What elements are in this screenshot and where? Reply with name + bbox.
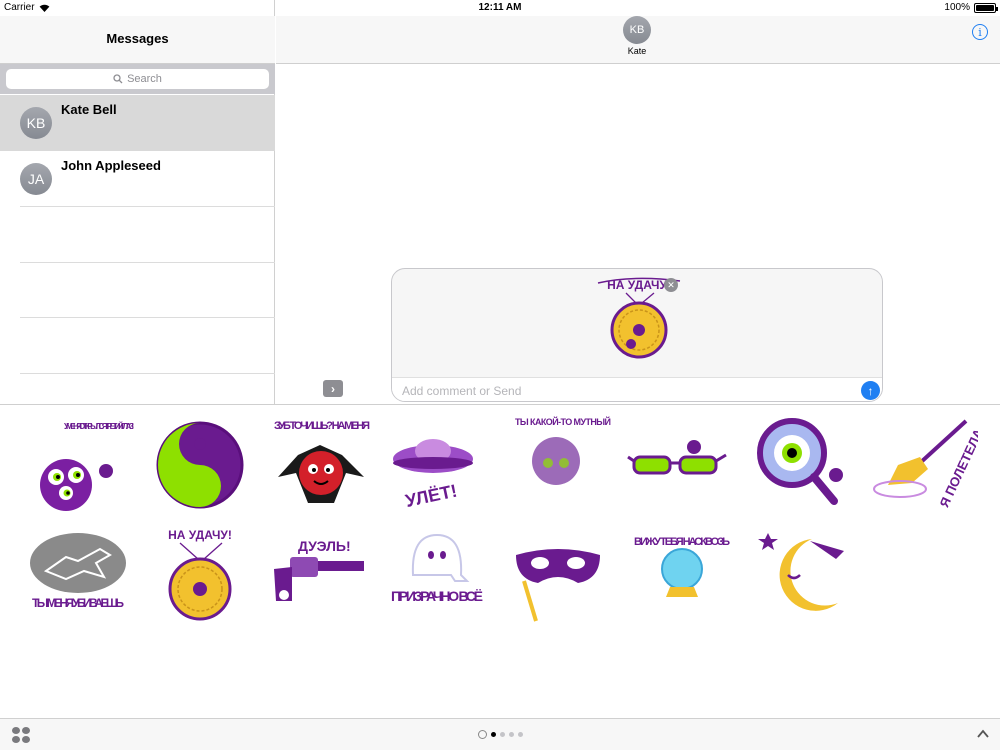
app-grid-icon[interactable] (12, 727, 30, 743)
sticker-caption: Я ПОЛЕТЕЛА (936, 426, 978, 510)
sticker-ufo[interactable]: УЛЁТ! (385, 415, 495, 515)
sticker-chalk-outline[interactable]: ТЫ МЕНЯ УБИВАЕШЬ (26, 527, 136, 627)
sticker-ghost[interactable]: ПРИЗРАЧНО ВСЁ (385, 525, 495, 625)
sticker-vampire[interactable]: ЗУБ ТОЧИШЬ? НА МЕНЯ (268, 415, 378, 515)
expand-apps-button[interactable]: › (323, 380, 343, 397)
sticker-revolver[interactable]: ДУЭЛЬ! (268, 525, 378, 625)
sticker-magnifier[interactable] (750, 413, 860, 513)
search-input[interactable]: Search (6, 69, 269, 89)
page-indicator[interactable] (478, 730, 523, 739)
compose-field[interactable]: Add comment or Send ↑ (392, 377, 882, 401)
compose-placeholder: Add comment or Send (402, 384, 522, 398)
sticker-caption: ДУЭЛЬ! (298, 538, 351, 554)
sticker-caption: ЗУБ ТОЧИШЬ? НА МЕНЯ (274, 420, 370, 432)
sticker-blurry[interactable]: ТЫ КАКОЙ-ТО МУТНЫЙ (508, 413, 618, 513)
remove-sticker-button[interactable]: ✕ (664, 278, 678, 292)
search-icon (113, 74, 123, 84)
sticker-moon[interactable] (752, 525, 862, 625)
page-dot[interactable] (491, 732, 496, 737)
recents-icon[interactable] (478, 730, 487, 739)
sticker-amulet[interactable]: НА УДАЧУ! (150, 525, 260, 625)
sticker-mask[interactable] (508, 525, 618, 625)
sticker-yin-yang[interactable] (150, 415, 260, 515)
row-divider (20, 206, 275, 207)
sticker-caption: ВИЖУ ТЕБЯ НАСКВОЗЬ (634, 536, 730, 548)
sticker-glasses[interactable] (626, 415, 736, 515)
sidebar-header: Messages (0, 16, 275, 64)
contact-avatar[interactable]: KB (623, 16, 651, 44)
conversation-name: John Appleseed (61, 158, 161, 173)
sticker-broom[interactable]: Я ПОЛЕТЕЛА (868, 413, 978, 513)
conversation-item-john-appleseed[interactable]: JA John Appleseed (0, 151, 275, 207)
page-dot[interactable] (518, 732, 523, 737)
sticker-caption: НА УДАЧУ! (168, 528, 232, 542)
row-divider (20, 262, 275, 263)
chat-header: KB Kate i (276, 16, 1000, 64)
app-drawer-bar (0, 718, 1000, 750)
row-divider (20, 373, 275, 374)
compose-box: НА УДАЧУ! ✕ Add comment or Send ↑ (391, 268, 883, 402)
sticker-caption: ПРИЗРАЧНО ВСЁ (391, 588, 483, 604)
conversation-name: Kate Bell (61, 102, 117, 117)
send-button[interactable]: ↑ (861, 381, 880, 400)
sticker-caption: ТЫ МЕНЯ УБИВАЕШЬ (32, 596, 124, 610)
page-dot[interactable] (500, 732, 505, 737)
page-dot[interactable] (509, 732, 514, 737)
sidebar-title: Messages (106, 31, 169, 46)
avatar: JA (20, 163, 52, 195)
staged-caption: НА УДАЧУ! (607, 278, 671, 292)
battery-icon (974, 2, 998, 13)
conversation-sidebar: Messages Search KB Kate Bell JA John App… (0, 0, 275, 404)
row-divider (20, 317, 275, 318)
chevron-up-icon[interactable] (976, 727, 990, 741)
sticker-drawer: У МЕНЯ ОТКРЫЛСЯ ТРЕТИЙ ГЛАЗ! ЗУБ ТОЧИШЬ?… (0, 404, 1000, 718)
contact-name[interactable]: Kate (587, 46, 687, 56)
sticker-crystal-ball[interactable]: ВИЖУ ТЕБЯ НАСКВОЗЬ (632, 525, 742, 625)
sticker-caption: УЛЁТ! (404, 481, 459, 511)
search-bar: Search (0, 64, 275, 94)
search-placeholder: Search (127, 73, 162, 85)
info-icon[interactable]: i (972, 24, 988, 40)
sticker-caption: ТЫ КАКОЙ-ТО МУТНЫЙ (515, 416, 611, 427)
avatar: KB (20, 107, 52, 139)
battery-percent: 100% (944, 2, 970, 13)
conversation-item-kate-bell[interactable]: KB Kate Bell (0, 95, 275, 151)
sticker-third-eye[interactable]: У МЕНЯ ОТКРЫЛСЯ ТРЕТИЙ ГЛАЗ! (26, 415, 136, 515)
sticker-caption: У МЕНЯ ОТКРЫЛСЯ ТРЕТИЙ ГЛАЗ! (64, 422, 134, 431)
